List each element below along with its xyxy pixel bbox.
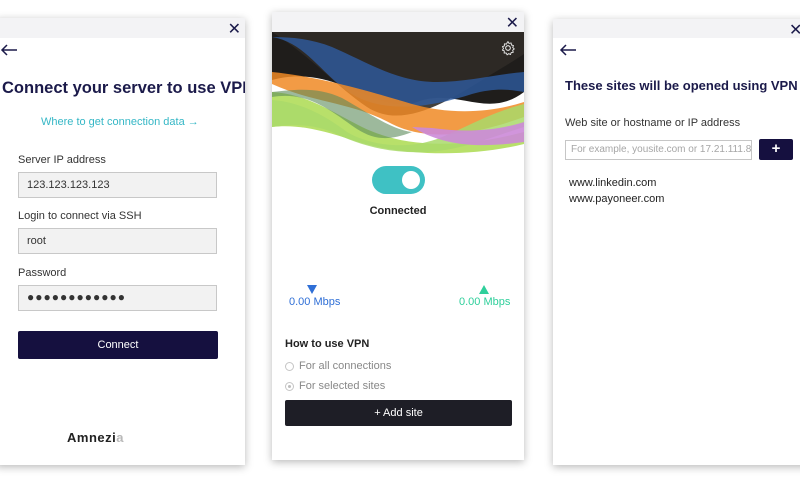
vpn-main-panel: ✕ Connected 0.00 Mbps 0.00 Mbps How to u… xyxy=(272,12,524,460)
download-speed: 0.00 Mbps xyxy=(289,296,341,308)
titlebar: ✕ xyxy=(272,12,524,34)
titlebar: ✕ xyxy=(0,18,245,38)
ssh-login-label: Login to connect via SSH xyxy=(18,210,142,222)
password-field[interactable]: ●●●●●●●●●●●● xyxy=(18,285,217,311)
add-site-button[interactable]: + xyxy=(759,139,793,160)
connect-server-panel: ✕ Connect your server to use VPN Where t… xyxy=(0,18,245,465)
vpn-toggle[interactable] xyxy=(372,166,425,194)
back-arrow-icon[interactable] xyxy=(0,44,18,56)
site-list: www.linkedin.com www.payoneer.com xyxy=(569,175,664,207)
close-icon[interactable]: ✕ xyxy=(789,20,800,40)
connection-data-help-link[interactable]: Where to get connection data → xyxy=(41,116,199,128)
add-site-button[interactable]: + Add site xyxy=(285,400,512,426)
page-title: These sites will be opened using VPN xyxy=(565,78,798,93)
logo-text-faded: a xyxy=(116,430,124,445)
hero-wave-graphic xyxy=(272,32,524,157)
upload-arrow-icon xyxy=(479,285,489,294)
option-selected-sites[interactable]: For selected sites xyxy=(285,380,385,392)
gear-icon[interactable] xyxy=(500,40,516,56)
app-logo: Amnezia xyxy=(67,430,124,445)
page-title: Connect your server to use VPN xyxy=(2,79,245,97)
site-input-label: Web site or hostname or IP address xyxy=(565,117,741,129)
list-item[interactable]: www.payoneer.com xyxy=(569,191,664,207)
server-ip-label: Server IP address xyxy=(18,154,106,166)
upload-speed: 0.00 Mbps xyxy=(459,296,511,308)
ssh-login-field[interactable]: root xyxy=(18,228,217,254)
server-ip-field[interactable]: 123.123.123.123 xyxy=(18,172,217,198)
option-label: For all connections xyxy=(299,360,392,372)
toggle-knob xyxy=(402,171,420,189)
radio-button[interactable] xyxy=(285,381,294,391)
close-icon[interactable]: ✕ xyxy=(228,19,241,39)
close-icon[interactable]: ✕ xyxy=(506,13,519,33)
vpn-sites-panel: ✕ These sites will be opened using VPN W… xyxy=(553,19,800,465)
site-input[interactable]: For example, yousite.com or 17.21.111.8 xyxy=(565,140,752,160)
option-label: For selected sites xyxy=(299,380,386,392)
list-item[interactable]: www.linkedin.com xyxy=(569,175,664,191)
back-arrow-icon[interactable] xyxy=(559,44,577,56)
logo-text: Amnezi xyxy=(67,430,117,445)
connect-button[interactable]: Connect xyxy=(18,331,218,359)
connection-status: Connected xyxy=(369,205,427,217)
how-to-use-heading: How to use VPN xyxy=(285,338,370,350)
titlebar: ✕ xyxy=(553,19,800,40)
download-arrow-icon xyxy=(307,285,317,294)
option-all-connections[interactable]: For all connections xyxy=(285,360,391,372)
password-label: Password xyxy=(18,267,67,279)
radio-button[interactable] xyxy=(285,361,294,371)
